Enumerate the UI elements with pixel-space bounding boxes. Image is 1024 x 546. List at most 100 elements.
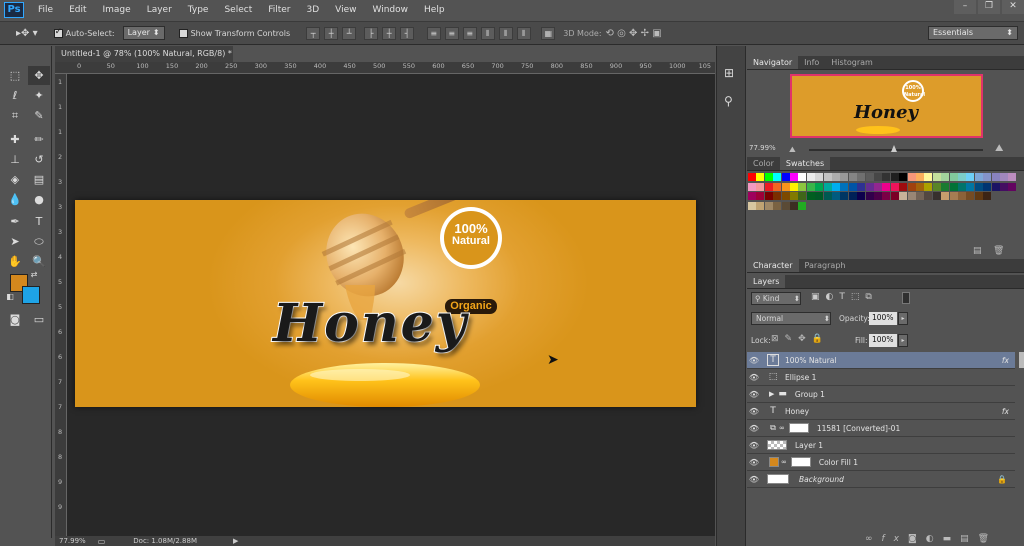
color-swatch[interactable]	[832, 192, 840, 200]
layer-row[interactable]: 👁 Background 🔒	[747, 471, 1015, 488]
color-swatch[interactable]	[840, 173, 849, 181]
visibility-eye-icon[interactable]: 👁	[747, 441, 761, 450]
layer-row[interactable]: 👁 T 100% Natural fx	[747, 352, 1015, 369]
status-menu-icon[interactable]: ▶	[233, 537, 238, 545]
swap-colors-icon[interactable]: ⇄	[28, 268, 40, 280]
color-swatch[interactable]	[890, 173, 899, 181]
color-swatch[interactable]	[840, 192, 849, 200]
tab-histogram[interactable]: Histogram	[825, 56, 879, 69]
color-swatch[interactable]	[748, 173, 756, 181]
color-swatch[interactable]	[932, 182, 941, 191]
color-swatch[interactable]	[865, 182, 874, 191]
color-swatch[interactable]	[958, 192, 966, 200]
dodge-tool-icon[interactable]: ●	[28, 190, 50, 209]
layer-row[interactable]: 👁 Layer 1	[747, 437, 1015, 454]
color-swatch[interactable]	[932, 192, 941, 200]
hand-tool-icon[interactable]: ✋	[4, 252, 26, 271]
distribute-right-icon[interactable]: ⦀	[516, 26, 531, 40]
path-selection-icon[interactable]: ➤	[4, 232, 26, 251]
color-swatch[interactable]	[966, 173, 975, 181]
color-swatch[interactable]	[806, 173, 815, 181]
color-swatch[interactable]	[806, 192, 815, 200]
color-swatch[interactable]	[1000, 182, 1008, 191]
magic-wand-icon[interactable]: ✦	[28, 86, 50, 105]
healing-brush-icon[interactable]: ✚	[4, 130, 26, 149]
color-swatch[interactable]	[974, 173, 983, 181]
color-swatch[interactable]	[815, 182, 824, 191]
add-mask-icon[interactable]: ◙	[908, 534, 926, 544]
color-swatch[interactable]	[857, 182, 866, 191]
color-swatch[interactable]	[790, 201, 798, 210]
gradient-tool-icon[interactable]: ▤	[28, 170, 50, 189]
layer-row[interactable]: 👁 ⬚ Ellipse 1	[747, 369, 1015, 386]
filter-pixel-icon[interactable]: ▣	[811, 292, 826, 302]
tab-character[interactable]: Character	[747, 259, 799, 272]
color-swatch[interactable]	[764, 182, 773, 191]
filter-toggle[interactable]	[902, 292, 910, 304]
visibility-eye-icon[interactable]: 👁	[747, 356, 761, 365]
color-swatch[interactable]	[932, 173, 941, 181]
color-swatch[interactable]	[764, 173, 773, 181]
zoom-in-icon[interactable]: ⛰	[995, 143, 1003, 154]
color-swatch[interactable]	[882, 192, 891, 200]
background-color-swatch[interactable]	[22, 286, 40, 304]
align-hcenter-icon[interactable]: ┼	[382, 26, 397, 40]
blur-tool-icon[interactable]: 💧	[4, 190, 26, 209]
color-swatch[interactable]	[781, 173, 790, 181]
color-swatch[interactable]	[857, 192, 866, 200]
color-swatch[interactable]	[941, 182, 950, 191]
eraser-icon[interactable]: ◈	[4, 170, 26, 189]
tab-navigator[interactable]: Navigator	[747, 56, 799, 69]
color-swatch[interactable]	[773, 192, 782, 200]
color-swatch[interactable]	[865, 173, 874, 181]
menu-layer[interactable]: Layer	[139, 0, 180, 20]
tab-info[interactable]: Info	[798, 56, 825, 69]
visibility-eye-icon[interactable]: 👁	[747, 407, 761, 416]
layer-row[interactable]: 👁 T Honey fx	[747, 403, 1015, 420]
opacity-slider-toggle[interactable]: ▸	[898, 312, 908, 325]
marquee-tool-icon[interactable]: ⬚	[4, 66, 26, 85]
status-icon[interactable]: ▭	[98, 537, 106, 546]
align-top-icon[interactable]: ┬	[306, 26, 321, 40]
3d-pan-icon[interactable]: ✥	[629, 28, 637, 39]
color-swatch[interactable]	[882, 182, 891, 191]
color-swatch[interactable]	[924, 182, 933, 191]
zoom-out-icon[interactable]: ⛰	[789, 145, 796, 155]
color-swatch[interactable]	[907, 182, 916, 191]
color-swatch[interactable]	[773, 173, 782, 181]
color-swatch[interactable]	[958, 182, 966, 191]
color-swatch[interactable]	[1008, 182, 1017, 191]
color-swatch[interactable]	[773, 182, 782, 191]
color-swatch[interactable]	[974, 192, 983, 200]
color-swatch[interactable]	[941, 192, 950, 200]
color-swatch[interactable]	[1000, 173, 1008, 181]
color-swatch[interactable]	[899, 182, 908, 191]
color-swatch[interactable]	[823, 192, 832, 200]
visibility-eye-icon[interactable]: 👁	[747, 475, 761, 484]
layer-row[interactable]: 👁 ⧉ ∞ 11581 [Converted]-01	[747, 420, 1015, 437]
clone-stamp-icon[interactable]: ⊥	[4, 150, 26, 169]
ellipse-tool-icon[interactable]: ⬭	[28, 232, 50, 251]
color-swatch[interactable]	[890, 192, 899, 200]
filter-adjustment-icon[interactable]: ◐	[826, 292, 840, 302]
navigator-preview[interactable]: 100% Natural Honey	[790, 74, 983, 138]
align-right-icon[interactable]: ┤	[400, 26, 415, 40]
color-swatch[interactable]	[907, 173, 916, 181]
menu-3d[interactable]: 3D	[299, 0, 328, 20]
color-swatch[interactable]	[966, 182, 975, 191]
expand-group-icon[interactable]: ▶	[769, 390, 774, 398]
tab-swatches[interactable]: Swatches	[779, 157, 831, 170]
menu-filter[interactable]: Filter	[260, 0, 298, 20]
color-swatch[interactable]	[815, 192, 824, 200]
layer-filter-dropdown[interactable]: ⚲ Kind ⬍	[751, 292, 801, 305]
visibility-eye-icon[interactable]: 👁	[747, 373, 761, 382]
tab-layers[interactable]: Layers	[747, 275, 786, 288]
lock-pixels-icon[interactable]: ✎	[785, 334, 799, 344]
color-swatch[interactable]	[823, 182, 832, 191]
3d-scale-icon[interactable]: ▣	[652, 28, 661, 39]
color-swatch[interactable]	[756, 182, 765, 191]
color-swatch[interactable]	[848, 173, 857, 181]
color-swatch[interactable]	[832, 182, 840, 191]
move-tool-preset-icon[interactable]: ▸✥ ▾	[16, 28, 38, 39]
color-swatch[interactable]	[958, 173, 966, 181]
